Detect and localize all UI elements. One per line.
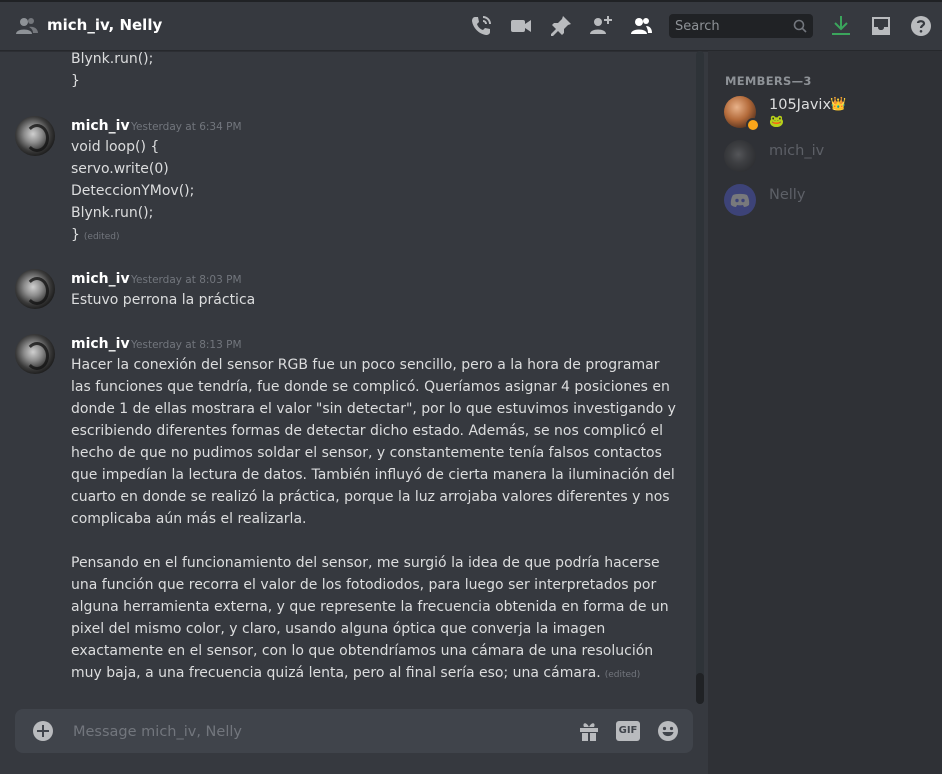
message-timestamp: Yesterday at 8:03 PM [131,274,242,286]
message-input[interactable] [71,719,565,745]
message-line: } (edited) [71,227,119,243]
message-timestamp: Yesterday at 6:34 PM [131,121,242,133]
search-input[interactable] [669,14,787,38]
gif-label: GIF [618,725,638,736]
message-author[interactable]: mich_iv [71,271,130,287]
member-list-heading: MEMBERS—3 [725,74,812,88]
message-line: donde 1 de ellas mostrara el valor "sin … [71,401,676,417]
message-line: exactamente en el sensor, con lo que obt… [71,643,654,659]
message-line: Pensando en el funcionamiento del sensor… [71,555,660,571]
custom-status-emoji: 🐸 [769,114,784,128]
avatar[interactable] [15,269,55,309]
message-text: muy baja, a una frecuencia quizá lenta, … [71,665,601,681]
gif-button[interactable]: GIF [616,721,640,741]
start-voice-call-icon[interactable] [469,14,493,38]
avatar[interactable] [15,334,55,374]
message-line: pixel del mismo color, y claro, usando a… [71,621,606,637]
message-line: escribiendo diferentes formas de detecta… [71,423,664,439]
edited-label: (edited) [83,232,120,242]
message-line: servo.write(0) [71,161,169,177]
member-list: MEMBERS—3 105Javix 👑 🐸 mich_iv Nelly [708,51,942,774]
message-line: Blynk.run(); [71,205,154,221]
message-author[interactable]: mich_iv [71,336,130,352]
inbox-icon[interactable] [869,14,893,38]
add-friends-to-dm-icon[interactable] [589,14,613,38]
message-line: void loop() { [71,139,160,155]
message-line: complicaba aún más el realizarla. [71,511,307,527]
avatar[interactable] [15,116,55,156]
message-line: una función que recorra el valor de los … [71,577,657,593]
avatar [724,140,756,172]
message-author[interactable]: mich_iv [71,118,130,134]
message-composer: GIF [15,709,693,753]
upload-plus-icon[interactable] [33,721,53,741]
message-line: Estuvo perrona la práctica [71,292,256,308]
message-line: las funciones que tendría, fue donde se … [71,379,670,395]
member-item-105javix[interactable]: 105Javix 👑 🐸 [724,92,934,132]
member-name: Nelly [769,187,806,203]
emoji-icon[interactable] [656,719,680,743]
video-call-icon[interactable] [509,14,533,38]
message-line: alguna herramienta externa, y que repres… [71,599,669,615]
help-icon[interactable] [909,14,933,38]
message-list: Blynk.run(); } mich_iv Yesterday at 6:34… [0,51,708,701]
message-line: DeteccionYMov(); [71,183,195,199]
owner-crown-icon: 👑 [830,97,847,112]
search-box[interactable] [669,14,813,38]
gift-icon[interactable] [577,719,601,743]
channel-header: mich_iv, Nelly [0,2,942,51]
edited-label: (edited) [604,670,641,680]
member-name: mich_iv [769,143,825,159]
download-icon[interactable] [829,14,853,38]
search-icon [793,19,807,33]
member-name: 105Javix [769,97,832,113]
scrollbar-track[interactable] [696,51,704,704]
avatar [724,184,756,216]
discord-logo-icon [730,193,750,207]
member-list-toggle-icon[interactable] [629,14,653,38]
member-item-mich-iv[interactable]: mich_iv [724,136,934,176]
message-line: que impedían la lectura de datos. Tambié… [71,467,675,483]
message-line: hecho de que no pudimos soldar el sensor… [71,445,662,461]
scrollbar-thumb[interactable] [696,673,704,704]
group-dm-icon [16,18,38,34]
message-line: Blynk.run(); [71,51,154,67]
online-status-icon [746,118,760,132]
member-item-nelly[interactable]: Nelly [724,180,934,220]
message-line: } [71,73,80,89]
message-line: Hacer la conexión del sensor RGB fue un … [71,357,660,373]
pinned-messages-icon[interactable] [549,14,573,38]
message-line: muy baja, a una frecuencia quizá lenta, … [71,665,640,681]
message-line: cuarto en donde se realizó la práctica, … [71,489,670,505]
channel-title: mich_iv, Nelly [47,16,163,34]
message-text: } [71,227,80,243]
message-timestamp: Yesterday at 8:13 PM [131,339,242,351]
